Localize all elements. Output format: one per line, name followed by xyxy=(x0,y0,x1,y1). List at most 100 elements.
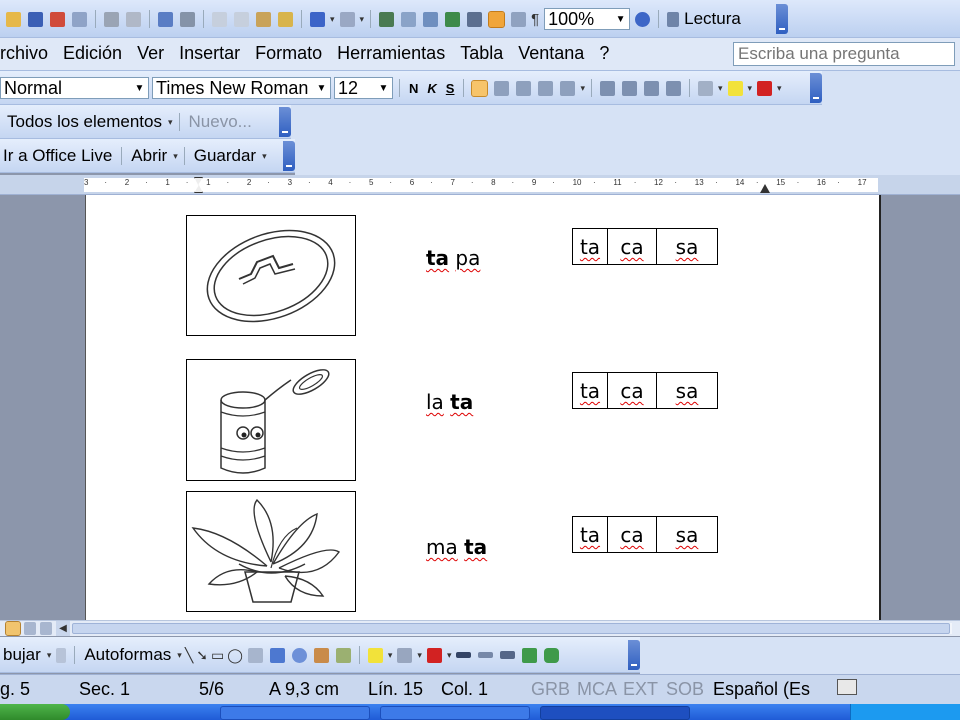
office-live-button[interactable]: Ir a Office Live xyxy=(0,146,115,166)
line-color-icon[interactable] xyxy=(397,647,413,663)
chevron-down-icon[interactable]: ▾ xyxy=(173,151,178,162)
show-hide-icon[interactable]: ¶ xyxy=(531,11,539,28)
chevron-down-icon[interactable]: ▾ xyxy=(417,650,422,661)
chevron-down-icon[interactable]: ▾ xyxy=(330,14,335,25)
taskbar-button[interactable] xyxy=(540,706,690,720)
spelling-status-icon[interactable] xyxy=(837,679,857,695)
toolbar-grip[interactable] xyxy=(776,4,788,34)
autoshapes-button[interactable]: Autoformas xyxy=(81,645,174,665)
horizontal-scrollbar[interactable] xyxy=(72,623,952,634)
border-icon[interactable] xyxy=(697,80,713,96)
option-cell[interactable]: sa xyxy=(657,517,717,552)
chevron-down-icon[interactable]: ▼ xyxy=(612,9,630,29)
highlight-icon[interactable] xyxy=(727,80,743,96)
chevron-down-icon[interactable]: ▾ xyxy=(777,83,782,94)
book-icon[interactable] xyxy=(667,11,680,27)
help-icon[interactable] xyxy=(635,11,651,27)
clipart-icon[interactable] xyxy=(313,647,329,663)
print-view-icon[interactable] xyxy=(40,622,52,635)
option-cell[interactable]: ca xyxy=(608,373,657,408)
underline-button[interactable]: S xyxy=(443,81,458,96)
copy-icon[interactable] xyxy=(234,11,249,27)
mail-icon[interactable] xyxy=(72,11,87,27)
hyperlink-icon[interactable] xyxy=(379,11,395,27)
columns-icon[interactable] xyxy=(467,11,483,27)
undo-icon[interactable] xyxy=(310,11,325,27)
redo-icon[interactable] xyxy=(339,11,355,27)
reading-layout-button[interactable]: Lectura xyxy=(684,9,744,29)
menu-herramientas[interactable]: Herramientas xyxy=(337,43,445,64)
toolbar-grip[interactable] xyxy=(279,107,291,137)
arrow-icon[interactable]: ➘ xyxy=(196,647,208,664)
line-style-icon[interactable] xyxy=(456,652,472,658)
align-right-icon[interactable] xyxy=(516,80,532,96)
chevron-down-icon[interactable]: ▾ xyxy=(262,151,267,162)
fill-color-icon[interactable] xyxy=(367,647,383,663)
chevron-down-icon[interactable]: ▾ xyxy=(580,83,585,94)
open-button[interactable]: Abrir xyxy=(128,146,170,166)
start-button[interactable] xyxy=(0,704,70,720)
right-indent-marker[interactable] xyxy=(760,184,770,193)
toolbar-grip[interactable] xyxy=(283,141,295,171)
chevron-down-icon[interactable]: ▾ xyxy=(718,83,723,94)
new-button[interactable]: Nuevo... xyxy=(186,112,255,132)
scroll-thumb[interactable] xyxy=(72,623,950,634)
arrow-style-icon[interactable] xyxy=(500,651,516,659)
chevron-down-icon[interactable]: ▼ xyxy=(131,78,148,98)
line-icon[interactable]: ╲ xyxy=(185,647,193,664)
option-cell[interactable]: ta xyxy=(573,517,608,552)
tables-borders-icon[interactable] xyxy=(401,11,417,27)
chevron-down-icon[interactable]: ▾ xyxy=(168,117,173,128)
option-cell[interactable]: ca xyxy=(608,517,657,552)
chevron-down-icon[interactable]: ▾ xyxy=(748,83,753,94)
taskbar-button[interactable] xyxy=(220,706,370,720)
bullets-icon[interactable] xyxy=(621,80,637,96)
status-trk[interactable]: MCA xyxy=(577,679,617,700)
all-elements-button[interactable]: Todos los elementos xyxy=(4,112,165,132)
research-icon[interactable] xyxy=(180,11,195,27)
menu-edicion[interactable]: Edición xyxy=(63,43,122,64)
scroll-left-arrow[interactable]: ◀ xyxy=(56,621,70,636)
shadow-icon[interactable] xyxy=(522,647,538,663)
increase-indent-icon[interactable] xyxy=(665,80,681,96)
document-map-icon[interactable] xyxy=(511,11,527,27)
style-select[interactable]: Normal ▼ xyxy=(0,77,149,99)
chevron-down-icon[interactable]: ▾ xyxy=(388,650,393,661)
document-page[interactable]: ta pa ta ca sa la ta ta ca sa ma ta ta c… xyxy=(85,195,881,620)
toolbar-grip[interactable] xyxy=(810,73,822,103)
toolbar-grip[interactable] xyxy=(628,640,640,670)
chevron-down-icon[interactable]: ▾ xyxy=(360,14,365,25)
menu-archivo[interactable]: rchivo xyxy=(0,43,48,64)
chevron-down-icon[interactable]: ▾ xyxy=(47,650,52,661)
line-spacing-icon[interactable] xyxy=(560,80,576,96)
diagram-icon[interactable] xyxy=(291,647,307,663)
spelling-icon[interactable] xyxy=(158,11,173,27)
picture-icon[interactable] xyxy=(335,647,351,663)
status-ext[interactable]: EXT xyxy=(623,679,658,700)
web-view-icon[interactable] xyxy=(24,622,36,635)
3d-icon[interactable] xyxy=(544,647,560,663)
menu-ayuda[interactable]: ? xyxy=(599,43,609,64)
option-cell[interactable]: ta xyxy=(573,373,608,408)
align-center-icon[interactable] xyxy=(494,80,510,96)
oval-icon[interactable]: ◯ xyxy=(227,647,243,664)
italic-button[interactable]: K xyxy=(424,81,439,96)
draw-menu-button[interactable]: bujar xyxy=(0,645,44,665)
chevron-down-icon[interactable]: ▼ xyxy=(375,78,392,98)
ask-question-input[interactable] xyxy=(733,42,955,66)
font-color-icon[interactable] xyxy=(757,80,773,96)
align-left-icon[interactable] xyxy=(471,79,489,97)
option-cell[interactable]: sa xyxy=(657,373,717,408)
status-ovr[interactable]: SOB xyxy=(666,679,704,700)
menu-ventana[interactable]: Ventana xyxy=(518,43,584,64)
chevron-down-icon[interactable]: ▾ xyxy=(177,650,182,661)
insert-excel-icon[interactable] xyxy=(445,11,461,27)
insert-table-icon[interactable] xyxy=(423,11,439,27)
open-icon[interactable] xyxy=(6,11,21,27)
menu-tabla[interactable]: Tabla xyxy=(460,43,503,64)
dash-style-icon[interactable] xyxy=(478,652,494,658)
zoom-select[interactable]: 100% ▼ xyxy=(544,8,631,30)
save-button[interactable]: Guardar xyxy=(191,146,259,166)
status-language[interactable]: Español (Es xyxy=(713,679,810,700)
drawing-icon[interactable] xyxy=(488,10,506,28)
